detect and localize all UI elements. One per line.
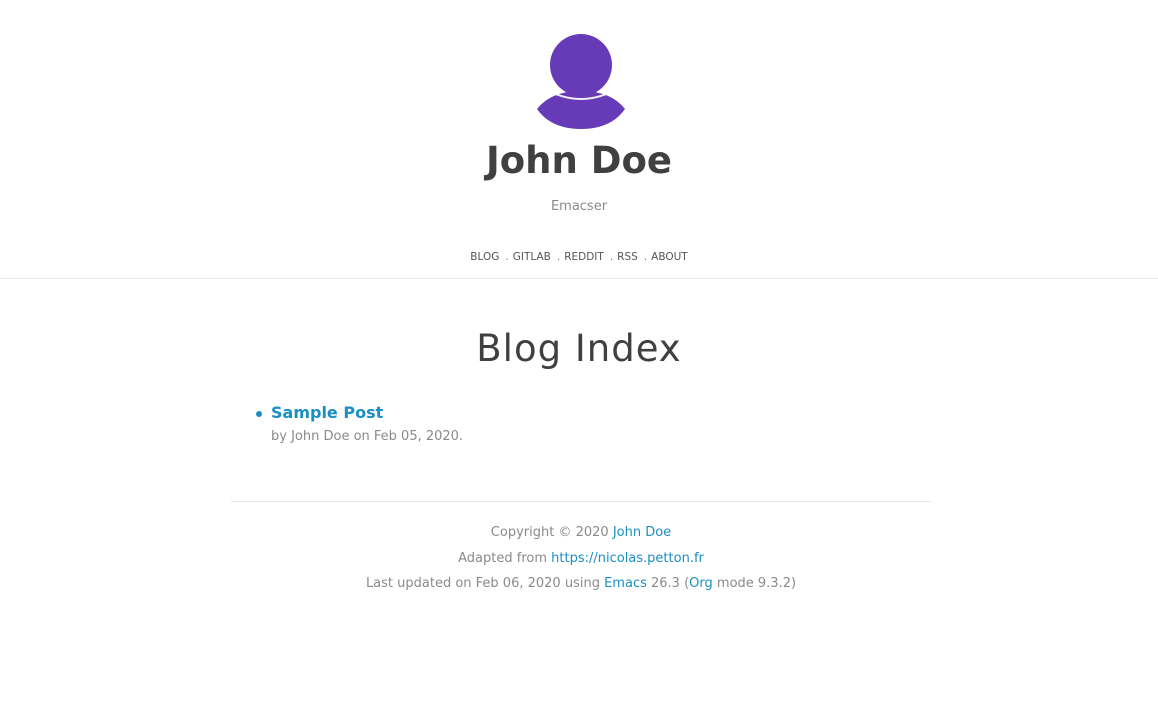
nav-item-gitlab[interactable]: GITLAB xyxy=(513,251,551,263)
site-header: John Doe Emacser BLOG. GITLAB. REDDIT. RSS.… xyxy=(0,0,1158,279)
nav-separator: . xyxy=(609,251,614,263)
list-item: Sample Post by John Doe on Feb 05, 2020. xyxy=(231,401,931,447)
copyright-text: Copyright © 2020 xyxy=(490,525,609,540)
nav-item-about[interactable]: ABOUT xyxy=(651,251,688,263)
updated-text: Last updated on Feb 06, 2020 using xyxy=(365,576,600,591)
post-title-link[interactable]: Sample Post xyxy=(271,401,931,425)
org-version-text: mode 9.3.2) xyxy=(716,576,797,591)
post-meta: by John Doe on Feb 05, 2020. xyxy=(271,429,464,444)
footer-copyright: Copyright © 2020 John Doe xyxy=(231,520,931,546)
org-link[interactable]: Org xyxy=(689,576,713,591)
bullet-icon xyxy=(256,411,262,417)
nav-separator: . xyxy=(643,251,648,263)
page-title: Blog Index xyxy=(476,327,682,370)
post-list: Sample Post by John Doe on Feb 05, 2020. xyxy=(231,401,931,447)
main-content: Blog Index Sample Post by John Doe on Fe… xyxy=(0,279,1158,721)
copyright-author-link[interactable]: John Doe xyxy=(613,525,671,540)
footer-updated: Last updated on Feb 06, 2020 using Emacs… xyxy=(231,571,931,597)
adapted-text: Adapted from xyxy=(458,550,547,566)
emacs-version-text: 26.3 ( xyxy=(651,576,690,591)
main-nav: BLOG. GITLAB. REDDIT. RSS. ABOUT xyxy=(0,249,1158,265)
emacs-link[interactable]: Emacs xyxy=(604,576,647,591)
avatar-icon[interactable] xyxy=(537,33,625,129)
nav-item-reddit[interactable]: REDDIT xyxy=(564,251,604,263)
nav-item-rss[interactable]: RSS xyxy=(617,251,638,263)
site-title[interactable]: John Doe xyxy=(0,136,1158,186)
nav-item-blog[interactable]: BLOG xyxy=(470,251,499,263)
footer-adapted: Adapted from https://nicolas.petton.fr xyxy=(231,546,931,572)
nav-separator: . xyxy=(505,251,509,263)
site-subtitle: Emacser xyxy=(550,199,608,214)
adapted-source-link[interactable]: https://nicolas.petton.fr xyxy=(551,551,704,566)
nav-separator: . xyxy=(556,251,561,263)
site-footer: Copyright © 2020 John Doe Adapted from h… xyxy=(231,501,931,597)
